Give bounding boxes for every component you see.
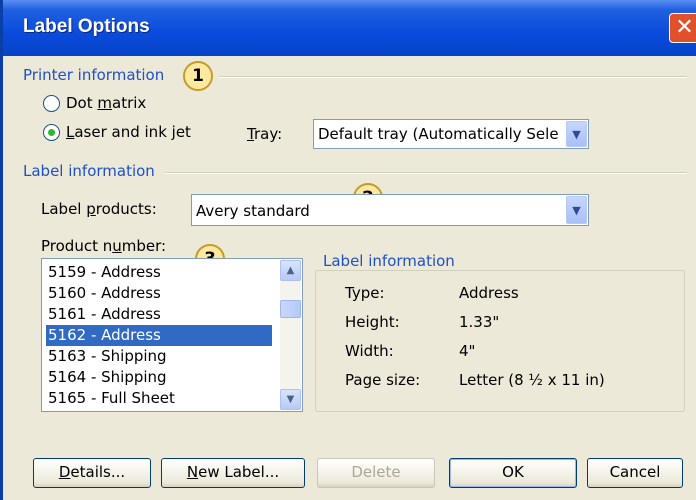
label-products-dropdown[interactable]: Avery standard ▼ [191,194,589,226]
printer-information-divider [219,76,687,78]
printer-information-heading: Printer information [23,66,165,84]
laser-ink-jet-radio-circle[interactable] [43,123,60,141]
label-information-divider [165,172,687,174]
tray-label: Tray: [247,125,283,143]
product-number-list[interactable]: 5159 - Address 5160 - Address 5161 - Add… [41,258,303,412]
width-label: Width: [345,342,394,360]
type-value: Address [459,284,519,302]
label-products-value: Avery standard [196,202,310,220]
close-icon[interactable]: ✕ [669,13,696,43]
laser-ink-jet-label: Laser and ink jet [66,123,191,141]
list-scrollbar[interactable]: ▲ ▼ [280,260,301,410]
dot-matrix-label: Dot matrix [66,94,147,112]
ok-button[interactable]: OK [449,458,577,488]
page-size-value: Letter (8 ½ x 11 in) [459,371,605,389]
list-item[interactable]: 5159 - Address [46,262,272,283]
tray-chevron-down-icon[interactable]: ▼ [566,121,587,147]
page-size-label: Page size: [345,371,421,389]
label-products-chevron-down-icon[interactable]: ▼ [566,196,587,224]
label-details-heading: Label information [321,252,457,270]
dot-matrix-radio[interactable]: Dot matrix [43,94,146,112]
title-bar[interactable]: Label Options ✕ [3,0,696,56]
callout-1: 1 [183,61,213,91]
product-number-label: Product number: [41,237,167,255]
label-information-heading: Label information [23,162,155,180]
tray-dropdown[interactable]: Default tray (Automatically Sele ▼ [313,119,589,149]
list-item[interactable]: 5164 - Shipping [46,367,272,388]
tray-value: Default tray (Automatically Sele [318,125,559,143]
list-item[interactable]: 5163 - Shipping [46,346,272,367]
list-item-selected[interactable]: 5162 - Address [46,325,272,346]
label-options-dialog: Label Options ✕ Printer information 1 Do… [0,0,696,500]
details-button[interactable]: Details... [33,458,151,488]
dialog-title: Label Options [23,16,150,37]
scroll-down-icon[interactable]: ▼ [280,389,301,410]
label-products-label: Label products: [41,200,157,218]
list-item[interactable]: 5160 - Address [46,283,272,304]
delete-button[interactable]: Delete [317,458,435,488]
type-label: Type: [345,284,385,302]
list-item[interactable]: 5161 - Address [46,304,272,325]
scroll-up-icon[interactable]: ▲ [280,260,301,281]
width-value: 4" [459,342,476,360]
height-label: Height: [345,313,400,331]
list-item[interactable]: 5165 - Full Sheet [46,388,272,409]
scroll-thumb[interactable] [280,300,301,318]
new-label-button[interactable]: New Label... [161,458,305,488]
height-value: 1.33" [459,313,500,331]
dot-matrix-radio-circle[interactable] [43,94,60,112]
laser-ink-jet-radio[interactable]: Laser and ink jet [43,123,191,141]
cancel-button[interactable]: Cancel [587,458,683,488]
